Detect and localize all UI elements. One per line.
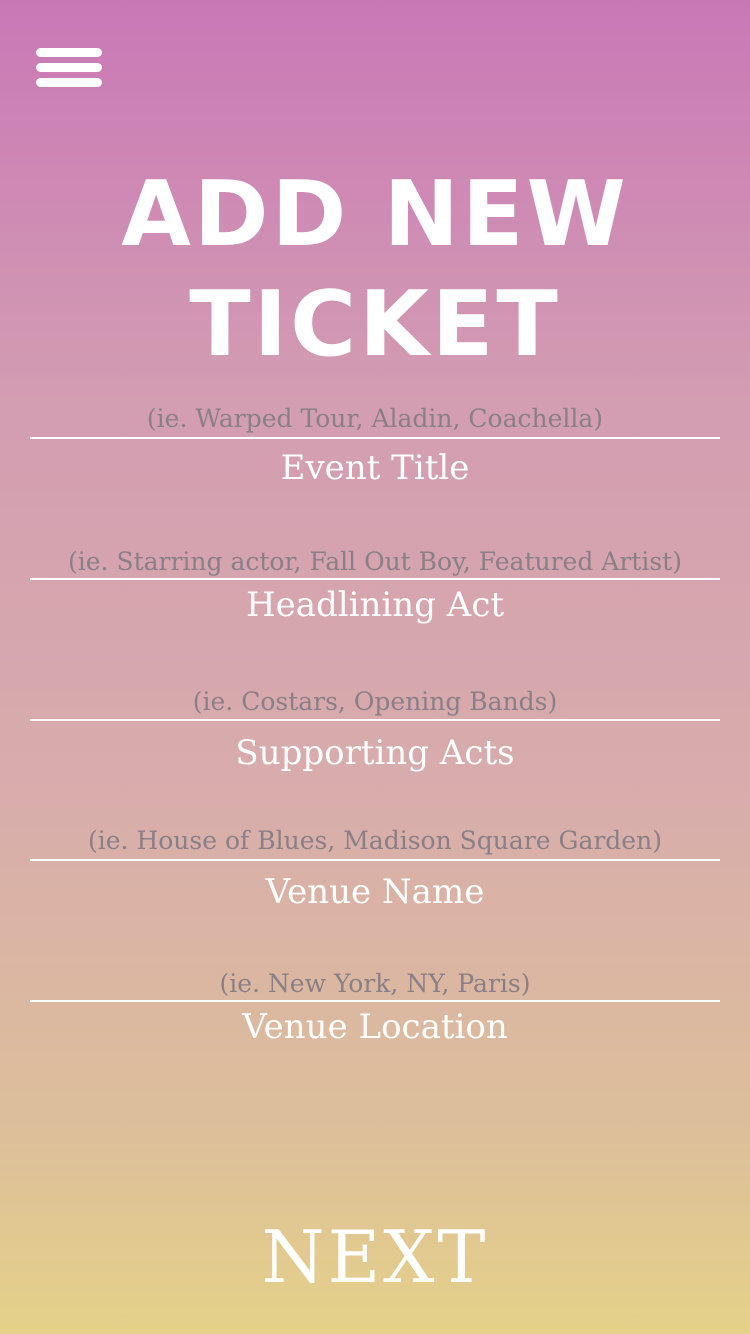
venue-name-label: Venue Name	[265, 872, 485, 912]
venue-location-placeholder: (ie. New York, NY, Paris)	[219, 969, 531, 998]
headlining-act-label: Headlining Act	[245, 585, 505, 625]
headlining-act-underline	[30, 578, 720, 580]
venue-location-underline	[30, 1000, 720, 1002]
venue-name-underline	[30, 859, 720, 861]
supporting-acts-underline	[30, 719, 720, 721]
venue-name-placeholder: (ie. House of Blues, Madison Square Gard…	[88, 826, 662, 855]
event-title-underline	[30, 437, 720, 439]
hamburger-menu-icon	[36, 48, 102, 57]
next-button[interactable]: NEXT	[0, 1215, 750, 1299]
hamburger-menu-icon-bar	[36, 78, 102, 87]
venue-location-label: Venue Location	[242, 1007, 508, 1047]
event-title-label: Event Title	[280, 448, 470, 488]
hamburger-menu-icon-bar	[36, 63, 102, 72]
menu-button[interactable]	[36, 48, 102, 90]
page-title: ADD NEW TICKET	[121, 162, 629, 377]
supporting-acts-label: Supporting Acts	[235, 733, 515, 773]
event-title-placeholder: (ie. Warped Tour, Aladin, Coachella)	[146, 404, 604, 433]
supporting-acts-placeholder: (ie. Costars, Opening Bands)	[192, 687, 558, 716]
headlining-act-placeholder: (ie. Starring actor, Fall Out Boy, Featu…	[68, 547, 682, 576]
